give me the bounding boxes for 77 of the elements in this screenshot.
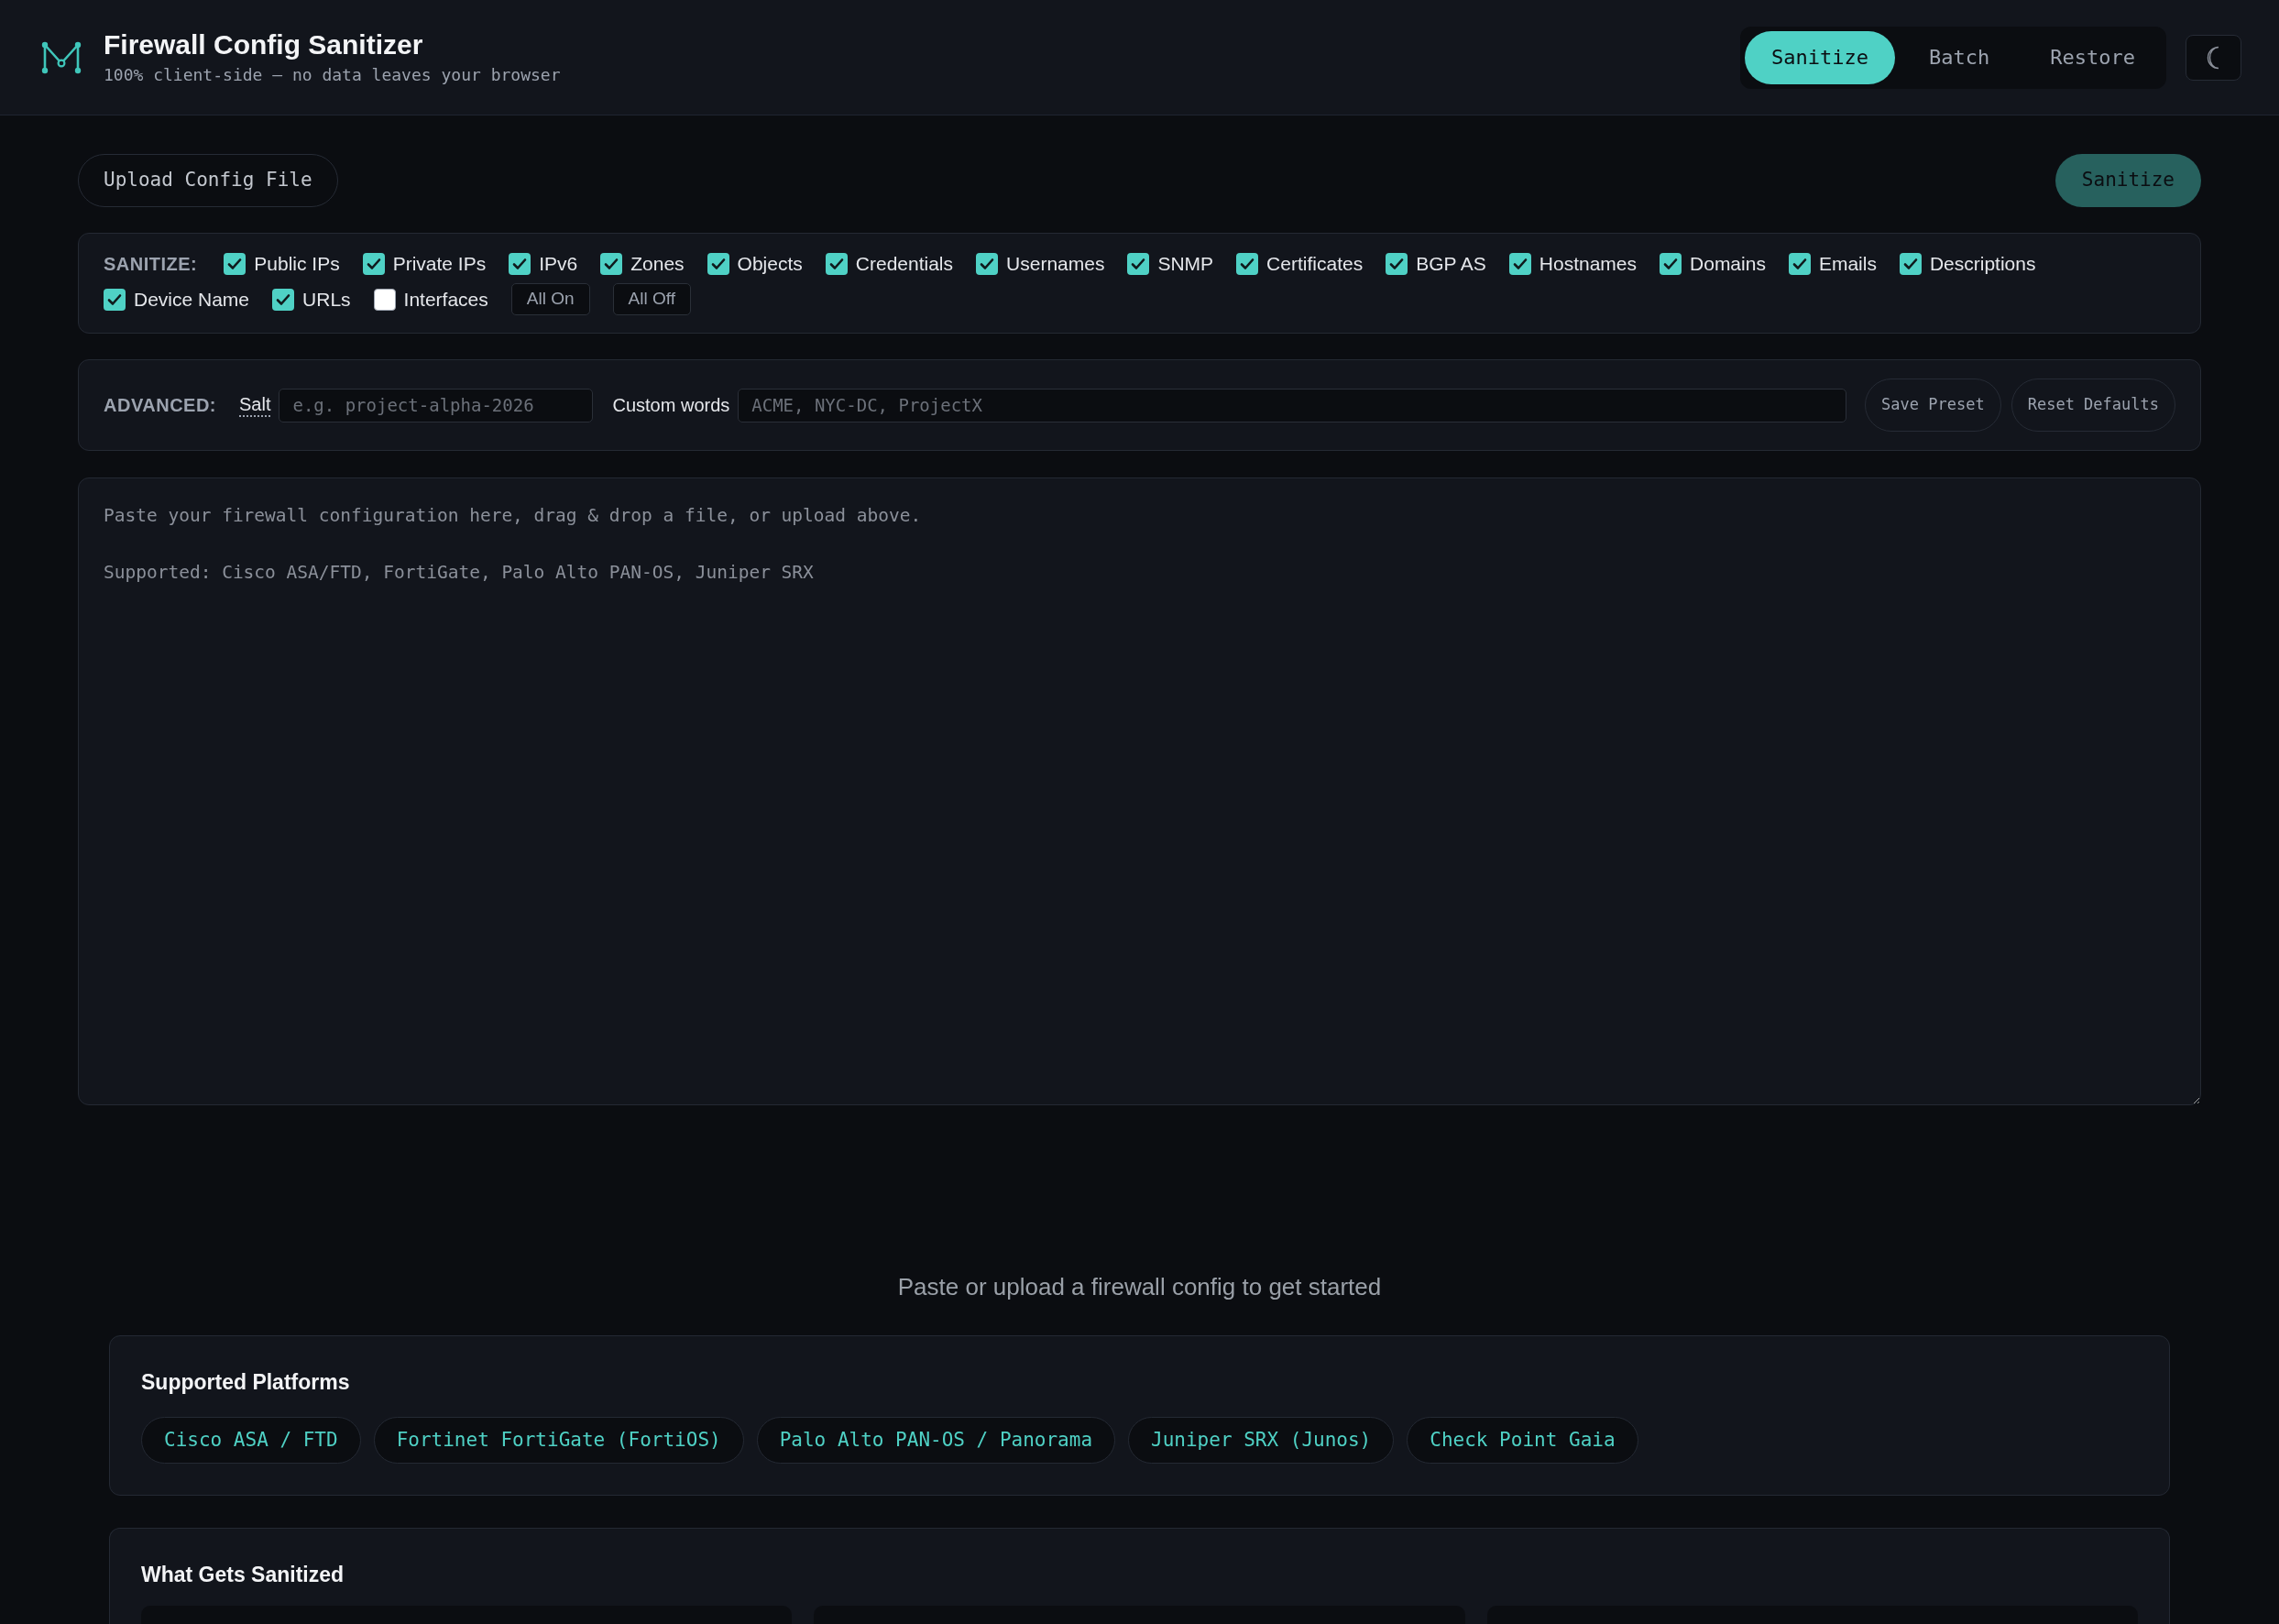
platform-chip: Fortinet FortiGate (FortiOS) bbox=[373, 1417, 744, 1464]
checkbox[interactable] bbox=[272, 288, 295, 311]
checkbox[interactable] bbox=[509, 253, 531, 275]
checkbox[interactable] bbox=[1386, 253, 1408, 275]
checkmark-icon bbox=[828, 258, 844, 270]
logo-icon bbox=[41, 40, 83, 74]
checkbox-label[interactable]: Descriptions bbox=[1929, 251, 2036, 277]
card-title: Supported Platforms bbox=[141, 1369, 351, 1396]
checkmark-icon bbox=[107, 292, 122, 306]
platform-chip: Palo Alto PAN-OS / Panorama bbox=[756, 1417, 1116, 1464]
mode-tab[interactable]: Batch bbox=[1902, 30, 2017, 84]
toggle-all-button[interactable]: All On bbox=[510, 283, 590, 315]
checkbox[interactable] bbox=[1127, 253, 1150, 275]
checkbox-label[interactable]: Certificates bbox=[1266, 251, 1364, 277]
checkmark-icon bbox=[276, 292, 291, 306]
checkbox-label[interactable]: Objects bbox=[737, 251, 803, 277]
checkbox[interactable] bbox=[1788, 253, 1811, 275]
checkmark-icon bbox=[227, 258, 243, 270]
checkmark-icon bbox=[1131, 258, 1146, 270]
checkbox-label[interactable]: Credentials bbox=[855, 251, 954, 277]
platform-chip: Juniper SRX (Junos) bbox=[1128, 1417, 1395, 1464]
platform-chip: Check Point Gaia bbox=[1407, 1417, 1638, 1464]
checkbox[interactable] bbox=[224, 253, 247, 275]
checkbox[interactable] bbox=[1899, 253, 1922, 275]
checkbox-label[interactable]: Interfaces bbox=[403, 286, 488, 313]
sanitize-label: SANITIZE: bbox=[104, 253, 198, 276]
app-title: Firewall Config Sanitizer bbox=[104, 27, 424, 61]
custom-words-label: Custom words bbox=[612, 394, 730, 417]
checkbox[interactable] bbox=[1508, 253, 1531, 275]
checkbox-label[interactable]: Emails bbox=[1818, 251, 1877, 277]
checkbox[interactable] bbox=[976, 253, 999, 275]
checkbox-label[interactable]: Hostnames bbox=[1539, 251, 1638, 277]
checkbox-label[interactable]: Zones bbox=[630, 251, 685, 277]
checkbox-label[interactable]: SNMP bbox=[1157, 251, 1214, 277]
checkmark-icon bbox=[1663, 258, 1679, 270]
theme-toggle-button[interactable] bbox=[2186, 34, 2241, 81]
checkmark-icon bbox=[604, 258, 619, 270]
salt-label: Salt bbox=[239, 393, 271, 417]
checkbox[interactable] bbox=[373, 288, 396, 311]
card-title: What Gets Sanitized bbox=[141, 1562, 345, 1588]
checkmark-icon bbox=[512, 258, 528, 270]
empty-state-message: Paste or upload a firewall config to get started bbox=[897, 1272, 1382, 1302]
mode-tab[interactable]: Restore bbox=[2023, 30, 2162, 84]
checkbox-label[interactable]: Private IPs bbox=[392, 251, 487, 277]
checkmark-icon bbox=[980, 258, 995, 270]
upload-config-button[interactable]: Upload Config File bbox=[78, 154, 338, 207]
config-input-field[interactable]: Paste your firewall configuration here, drag & drop a file, or upload above. Supported: Cisco ASA/FTD, FortiGate, Palo Alto PAN-OS, Juniper SRX bbox=[78, 477, 2201, 1105]
checkmark-icon bbox=[1512, 258, 1528, 270]
checkbox[interactable] bbox=[1236, 253, 1259, 275]
toggle-all-button[interactable]: All Off bbox=[612, 283, 691, 315]
checkbox-label[interactable]: Domains bbox=[1690, 251, 1766, 277]
app-subtitle: 100% client-side — no data leaves your browser bbox=[104, 63, 561, 86]
preset-button[interactable]: Save Preset bbox=[1865, 379, 2001, 432]
checkbox[interactable] bbox=[707, 253, 729, 275]
checkmark-icon bbox=[1240, 258, 1255, 270]
salt-input[interactable]: e.g. project-alpha-2026 bbox=[279, 388, 594, 422]
checkmark-icon bbox=[366, 258, 381, 270]
custom-words-input[interactable]: ACME, NYC-DC, ProjectX bbox=[738, 388, 1847, 422]
platform-chip: Cisco ASA / FTD bbox=[141, 1417, 361, 1464]
checkbox-label[interactable]: Device Name bbox=[134, 286, 250, 313]
checkmark-icon bbox=[710, 258, 726, 270]
checkmark-icon bbox=[1389, 258, 1405, 270]
checkbox[interactable] bbox=[600, 253, 623, 275]
checkbox-label[interactable]: URLs bbox=[302, 286, 351, 313]
checkbox[interactable] bbox=[825, 253, 848, 275]
checkbox[interactable] bbox=[1660, 253, 1682, 275]
checkmark-icon bbox=[1902, 258, 1918, 270]
mode-tab[interactable]: Sanitize bbox=[1745, 30, 1896, 84]
checkmark-icon bbox=[1791, 258, 1807, 270]
checkbox-label[interactable]: BGP AS bbox=[1416, 251, 1486, 277]
checkbox[interactable] bbox=[362, 253, 385, 275]
checkbox-label[interactable]: Public IPs bbox=[254, 251, 340, 277]
preset-button[interactable]: Reset Defaults bbox=[2011, 379, 2175, 432]
checkbox[interactable] bbox=[104, 288, 126, 311]
advanced-label: ADVANCED: bbox=[104, 394, 216, 417]
checkbox-label[interactable]: IPv6 bbox=[539, 251, 578, 277]
checkbox-label[interactable]: Usernames bbox=[1006, 251, 1105, 277]
